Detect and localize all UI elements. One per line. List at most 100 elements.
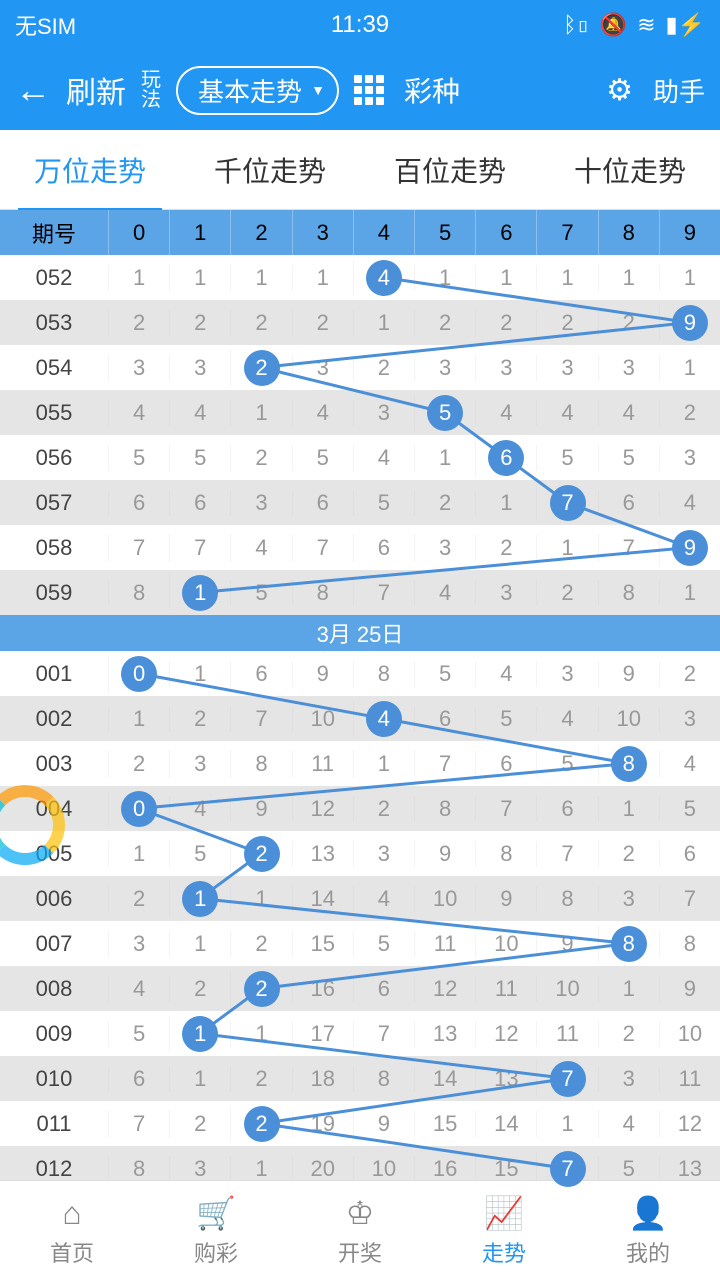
- header-0: 0: [108, 210, 169, 255]
- number-cell: 3: [475, 580, 536, 606]
- number-cell: 4: [598, 400, 659, 426]
- number-cell: 6: [108, 490, 169, 516]
- number-cell: 1: [536, 1111, 597, 1137]
- number-cell: 4: [169, 796, 230, 822]
- number-cell: 2: [169, 706, 230, 732]
- number-cell: 8: [536, 886, 597, 912]
- number-cell: 5: [598, 1156, 659, 1182]
- variety-button[interactable]: 彩种: [404, 70, 460, 110]
- number-cell: 8: [475, 841, 536, 867]
- number-cell: 1: [108, 841, 169, 867]
- number-cell: 2: [230, 445, 291, 471]
- number-cell: 3: [108, 355, 169, 381]
- gear-icon[interactable]: ⚙: [606, 73, 633, 108]
- number-cell: 4: [475, 400, 536, 426]
- number-cell: 18: [292, 1066, 353, 1092]
- trend-dropdown[interactable]: 基本走势: [176, 66, 339, 115]
- helper-button[interactable]: 助手: [653, 72, 705, 109]
- number-cell: 7: [230, 706, 291, 732]
- number-cell: 2: [230, 310, 291, 336]
- period-cell: 052: [0, 265, 108, 291]
- number-cell: 9: [292, 661, 353, 687]
- status-bar: 无SIM 11:39 ᛒ▯ 🔕 ≋ ▮⚡: [0, 0, 720, 50]
- table-row: 01172219915141412: [0, 1101, 720, 1146]
- number-cell: 1: [169, 881, 230, 917]
- header-period: 期号: [0, 210, 108, 255]
- profile-icon: 👤: [628, 1193, 668, 1233]
- number-cell: 9: [230, 796, 291, 822]
- nav-buy[interactable]: 🛒购彩: [144, 1181, 288, 1280]
- number-cell: 7: [536, 1061, 597, 1097]
- number-cell: 1: [230, 265, 291, 291]
- header-4: 4: [353, 210, 414, 255]
- number-cell: 4: [169, 400, 230, 426]
- number-cell: 4: [475, 661, 536, 687]
- number-cell: 7: [353, 580, 414, 606]
- table-row: 0565525416553: [0, 435, 720, 480]
- hit-ball: 2: [244, 1106, 280, 1142]
- number-cell: 0: [108, 791, 169, 827]
- nav-profile[interactable]: 👤我的: [576, 1181, 720, 1280]
- number-cell: 7: [536, 841, 597, 867]
- number-cell: 3: [414, 355, 475, 381]
- number-cell: 2: [230, 1066, 291, 1092]
- number-cell: 5: [108, 445, 169, 471]
- nav-home[interactable]: ⌂首页: [0, 1181, 144, 1280]
- period-cell: 008: [0, 976, 108, 1002]
- refresh-button[interactable]: 刷新: [66, 68, 126, 112]
- number-cell: 2: [230, 350, 291, 386]
- number-cell: 1: [169, 1066, 230, 1092]
- number-cell: 3: [598, 355, 659, 381]
- number-cell: 10: [659, 1021, 720, 1047]
- number-cell: 1: [353, 310, 414, 336]
- nav-draw[interactable]: ♔开奖: [288, 1181, 432, 1280]
- table-row: 00515213398726: [0, 831, 720, 876]
- number-cell: 3: [353, 400, 414, 426]
- number-cell: 2: [230, 836, 291, 872]
- number-cell: 9: [414, 841, 475, 867]
- number-cell: 3: [292, 355, 353, 381]
- tab-wan[interactable]: 万位走势: [0, 130, 180, 210]
- number-cell: 2: [169, 976, 230, 1002]
- number-cell: 11: [536, 1021, 597, 1047]
- number-cell: 2: [659, 400, 720, 426]
- back-arrow-icon[interactable]: ←: [15, 69, 51, 111]
- number-cell: 1: [598, 796, 659, 822]
- table-row: 0554414354442: [0, 390, 720, 435]
- number-cell: 3: [108, 931, 169, 957]
- number-cell: 9: [659, 305, 720, 341]
- table-row: 01061218814137311: [0, 1056, 720, 1101]
- hit-ball: 4: [366, 260, 402, 296]
- table-row: 006211144109837: [0, 876, 720, 921]
- number-cell: 15: [292, 931, 353, 957]
- nav-trend[interactable]: 📈走势: [432, 1181, 576, 1280]
- grid-icon[interactable]: [354, 75, 384, 105]
- number-cell: 11: [292, 751, 353, 777]
- number-cell: 16: [292, 976, 353, 1002]
- hit-ball: 7: [550, 1061, 586, 1097]
- tab-qian[interactable]: 千位走势: [180, 130, 360, 210]
- wifi-icon: ≋: [637, 12, 655, 38]
- number-cell: 1: [169, 265, 230, 291]
- number-cell: 1: [659, 265, 720, 291]
- number-cell: 3: [169, 1156, 230, 1182]
- number-cell: 6: [292, 490, 353, 516]
- number-cell: 8: [353, 661, 414, 687]
- date-separator: 3月 25日: [0, 615, 720, 651]
- period-cell: 053: [0, 310, 108, 336]
- number-cell: 9: [659, 530, 720, 566]
- app-header: ← 刷新 玩 法 基本走势 彩种 ⚙ 助手: [0, 50, 720, 130]
- tab-bai[interactable]: 百位走势: [360, 130, 540, 210]
- table-row: 002127104654103: [0, 696, 720, 741]
- hit-ball: 1: [182, 575, 218, 611]
- tab-shi[interactable]: 十位走势: [540, 130, 720, 210]
- number-cell: 3: [414, 535, 475, 561]
- period-cell: 001: [0, 661, 108, 687]
- table-row: 0532222122229: [0, 300, 720, 345]
- number-cell: 13: [414, 1021, 475, 1047]
- number-cell: 7: [292, 535, 353, 561]
- number-cell: 2: [169, 310, 230, 336]
- table-row: 0587747632179: [0, 525, 720, 570]
- hit-ball: 7: [550, 1151, 586, 1187]
- number-cell: 6: [536, 796, 597, 822]
